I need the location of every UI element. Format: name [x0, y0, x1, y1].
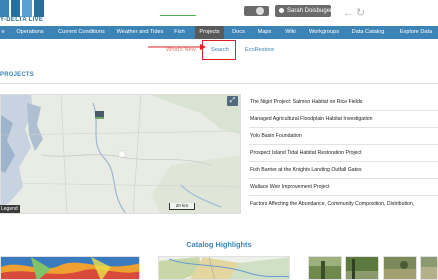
thumbnail-image: [384, 257, 416, 279]
project-link[interactable]: Managed Agricultural Floodplain Habitat …: [250, 116, 373, 122]
catalog-thumbnail-map-2[interactable]: [158, 256, 290, 280]
project-list-item[interactable]: Wallace Weir Improvement Project: [249, 179, 438, 196]
project-link[interactable]: Fish Barrier at the Knights Landing Outf…: [250, 167, 362, 173]
thumbnail-image: [309, 257, 341, 279]
project-list-item[interactable]: Managed Agricultural Floodplain Habitat …: [249, 111, 438, 128]
site-logo[interactable]: Y-DELTA LIVE: [0, 0, 48, 26]
nav-item-wiki[interactable]: Wiki: [282, 26, 299, 39]
nav-item-docs[interactable]: Docs: [230, 26, 247, 39]
catalog-thumbnail-map-1[interactable]: [0, 256, 140, 280]
section-divider: [0, 83, 438, 84]
nav-item-weather-and-tides[interactable]: Weather and Tides: [114, 26, 166, 39]
projects-map[interactable]: [0, 94, 241, 214]
project-list-item[interactable]: Prospect Island Tidal Habitat Restoratio…: [249, 145, 438, 162]
projects-heading: PROJECTS: [0, 72, 34, 78]
project-link[interactable]: Factors Affecting the Abundance, Communi…: [250, 201, 414, 207]
nav-item-operations[interactable]: Operations: [13, 26, 47, 39]
nav-item-home[interactable]: e: [0, 26, 6, 39]
subtab-ecorestore[interactable]: EcoRestore: [245, 47, 274, 53]
map-legend-button[interactable]: Legend: [0, 205, 20, 213]
user-account-button[interactable]: Sarah Doisbuger: [275, 5, 333, 17]
active-subtab-underline: [160, 15, 196, 16]
catalog-thumbnail-photo-1[interactable]: [308, 256, 342, 280]
project-link[interactable]: The Nigiri Project: Salmon Habitat on Ri…: [250, 99, 362, 105]
project-list-item[interactable]: The Nigiri Project: Salmon Habitat on Ri…: [249, 94, 438, 111]
map-canvas: [1, 95, 240, 213]
nav-item-maps[interactable]: Maps: [254, 26, 275, 39]
catalog-thumbnail-photo-4[interactable]: [420, 256, 438, 280]
annotation-arrow-icon: [148, 44, 206, 50]
nav-item-current-conditions[interactable]: Current Conditions: [55, 26, 108, 39]
catalog-highlights-heading: Catalog Highlights: [186, 240, 252, 249]
project-link[interactable]: Prospect Island Tidal Habitat Restoratio…: [250, 150, 362, 156]
refresh-icon[interactable]: ↻: [356, 8, 365, 19]
catalog-thumbnail-photo-2[interactable]: [345, 256, 379, 280]
thumbnail-image: [421, 257, 437, 279]
site-header: Y-DELTA LIVE Sarah Doisbuger ← ↻: [0, 0, 438, 26]
project-list-item[interactable]: Yolo Basin Foundation: [249, 128, 438, 145]
toggle-switch-icon[interactable]: [244, 6, 269, 16]
map-expand-icon[interactable]: ⤢: [227, 96, 238, 106]
nav-item-explore-data[interactable]: Explore Data: [394, 26, 438, 39]
map-scale-bar: 20 km: [169, 203, 195, 210]
project-list-item[interactable]: Fish Barrier at the Knights Landing Outf…: [249, 162, 438, 179]
project-list-item[interactable]: Factors Affecting the Abundance, Communi…: [249, 196, 438, 213]
nav-item-workgroups[interactable]: Workgroups: [307, 26, 341, 39]
project-link[interactable]: Yolo Basin Foundation: [250, 133, 302, 139]
thumbnail-image: [159, 257, 289, 279]
main-nav: e Operations Current Conditions Weather …: [0, 26, 438, 39]
user-name: Sarah Doisbuger: [287, 8, 333, 14]
logo-subtitle: Y-DELTA LIVE: [0, 17, 44, 23]
nav-item-projects[interactable]: Projects: [195, 26, 224, 39]
search-highlight-box: [202, 40, 236, 60]
nav-item-data-catalog[interactable]: Data Catalog: [349, 26, 387, 39]
thumbnail-image: [346, 257, 378, 279]
thumbnail-image: [1, 257, 139, 279]
project-link[interactable]: Wallace Weir Improvement Project: [250, 184, 330, 190]
catalog-thumbnail-photo-3[interactable]: [383, 256, 417, 280]
logo-graphic: [0, 0, 46, 17]
back-arrow-icon[interactable]: ←: [343, 8, 354, 19]
nav-item-fish[interactable]: Fish: [171, 26, 188, 39]
user-icon: [279, 7, 284, 13]
